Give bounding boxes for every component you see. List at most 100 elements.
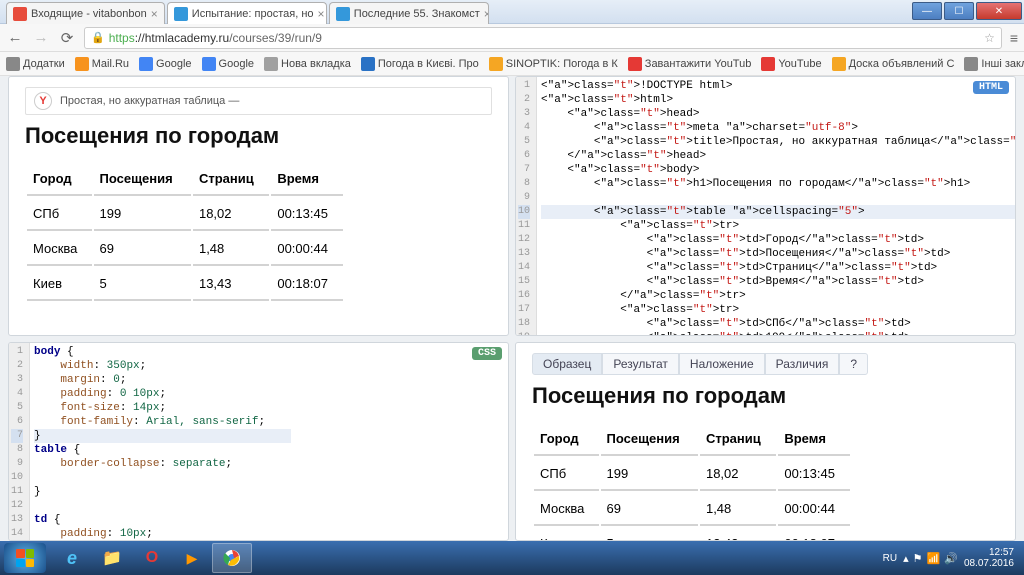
table-cell: Киев — [534, 528, 599, 541]
css-badge: CSS — [472, 347, 502, 360]
bookmark-item[interactable]: YouTube — [761, 57, 821, 71]
bookmark-item[interactable]: Доска объявлений С — [832, 57, 955, 71]
taskbar-clock[interactable]: 12:57 08.07.2016 — [964, 547, 1014, 569]
bookmark-star-icon[interactable]: ☆ — [984, 31, 995, 45]
window-maximize-button[interactable]: ☐ — [944, 2, 974, 20]
tray-flag-icon[interactable]: ⚑ — [913, 552, 923, 565]
table-cell: 1,48 — [193, 233, 269, 266]
result-heading: Посещения по городам — [532, 383, 999, 409]
result-tab[interactable]: Результат — [602, 353, 679, 375]
forward-button[interactable]: → — [32, 29, 50, 47]
table-cell: 13,43 — [193, 268, 269, 301]
tray-network-icon[interactable]: 📶 — [927, 552, 941, 565]
bookmark-label: Google — [219, 58, 254, 70]
yandex-search-bar[interactable]: Y Простая, но аккуратная таблица — — [25, 87, 492, 115]
tab-favicon-icon — [174, 7, 188, 21]
taskbar-ie-icon[interactable]: e — [52, 543, 92, 573]
table-cell: Киев — [27, 268, 92, 301]
table-cell: 199 — [94, 198, 191, 231]
table-cell: 00:00:44 — [271, 233, 343, 266]
html-badge: HTML — [973, 81, 1009, 94]
tab-close-icon[interactable]: × — [480, 7, 489, 21]
css-editor-pane[interactable]: 1234567891011121314151617 body { width: … — [8, 342, 509, 541]
back-button[interactable]: ← — [6, 29, 24, 47]
url-protocol: https — [109, 31, 135, 45]
bookmark-label: SINOPTIK: Погода в К — [506, 58, 618, 70]
taskbar-chrome-icon[interactable] — [212, 543, 252, 573]
table-cell: 199 — [601, 458, 698, 491]
browser-tab[interactable]: Входящие - vitabonbon× — [6, 2, 165, 24]
result-tab[interactable]: Различия — [765, 353, 840, 375]
window-close-button[interactable]: ✕ — [976, 2, 1022, 20]
windows-logo-icon — [16, 549, 34, 567]
bookmark-icon — [832, 57, 846, 71]
window-minimize-button[interactable]: — — [912, 2, 942, 20]
tray-up-icon[interactable]: ▴ — [903, 552, 909, 565]
tab-close-icon[interactable]: × — [147, 7, 158, 21]
browser-tab[interactable]: Последние 55. Знакомст× — [329, 2, 489, 24]
bookmark-item[interactable]: SINOPTIK: Погода в К — [489, 57, 618, 71]
bookmark-item[interactable]: Погода в Києві. Про — [361, 57, 479, 71]
css-code[interactable]: body { width: 350px; margin: 0; padding:… — [30, 343, 295, 540]
table-cell: 69 — [601, 493, 698, 526]
bookmark-item[interactable]: Інші закладки — [964, 57, 1024, 71]
windows-taskbar: e 📁 O ▶ RU ▴ ⚑ 📶 🔊 12:57 08.07.2016 — [0, 541, 1024, 575]
table-cell: 18,02 — [700, 458, 776, 491]
tray-icons[interactable]: ▴ ⚑ 📶 🔊 — [903, 552, 958, 565]
preview-pane: Y Простая, но аккуратная таблица — Посещ… — [8, 76, 509, 336]
bookmark-icon — [361, 57, 375, 71]
table-cell: Москва — [534, 493, 599, 526]
page-content: 1234567891011121314151617181920212223242… — [0, 76, 1024, 541]
table-header: Город — [534, 423, 599, 456]
tray-lang[interactable]: RU — [883, 553, 897, 564]
table-cell: 00:13:45 — [271, 198, 343, 231]
system-tray: RU ▴ ⚑ 📶 🔊 12:57 08.07.2016 — [883, 547, 1020, 569]
table-cell: СПб — [534, 458, 599, 491]
tab-title: Входящие - vitabonbon — [31, 8, 147, 20]
tab-title: Испытание: простая, но — [192, 8, 314, 20]
bookmark-label: Додатки — [23, 58, 65, 70]
result-tab[interactable]: ? — [839, 353, 868, 375]
bookmark-icon — [202, 57, 216, 71]
taskbar-media-icon[interactable]: ▶ — [172, 543, 212, 573]
bookmark-item[interactable]: Завантажити YouTub — [628, 57, 752, 71]
bookmark-label: Погода в Києві. Про — [378, 58, 479, 70]
bookmark-label: Mail.Ru — [92, 58, 129, 70]
preview-table: ГородПосещенияСтраницВремяСПб19918,0200:… — [25, 161, 345, 303]
address-bar[interactable]: 🔒 https://htmlacademy.ru/courses/39/run/… — [84, 27, 1002, 49]
table-cell: 69 — [94, 233, 191, 266]
bookmark-icon — [489, 57, 503, 71]
bookmark-item[interactable]: Google — [202, 57, 254, 71]
start-button[interactable] — [4, 543, 46, 573]
bookmark-icon — [964, 57, 978, 71]
taskbar-opera-icon[interactable]: O — [132, 543, 172, 573]
html-code[interactable]: <"a">class="t">!DOCTYPE html><"a">class=… — [537, 77, 1016, 335]
html-editor-pane[interactable]: 1234567891011121314151617181920212223242… — [515, 76, 1016, 336]
result-tab[interactable]: Образец — [532, 353, 602, 375]
url-host: ://htmlacademy.ru — [135, 31, 229, 45]
table-cell: 13,43 — [700, 528, 776, 541]
bookmark-item[interactable]: Додатки — [6, 57, 65, 71]
tab-title: Последние 55. Знакомст — [354, 8, 480, 20]
chrome-menu-button[interactable]: ≡ — [1010, 30, 1018, 46]
window-titlebar: Входящие - vitabonbon×Испытание: простая… — [0, 0, 1024, 24]
browser-nav-bar: ← → ⟳ 🔒 https://htmlacademy.ru/courses/3… — [0, 24, 1024, 52]
reload-button[interactable]: ⟳ — [58, 29, 76, 47]
browser-tab[interactable]: Испытание: простая, но× — [167, 2, 327, 24]
taskbar-explorer-icon[interactable]: 📁 — [92, 543, 132, 573]
table-header: Посещения — [601, 423, 698, 456]
bookmark-label: Доска объявлений С — [849, 58, 955, 70]
bookmark-item[interactable]: Google — [139, 57, 191, 71]
yandex-hint: Простая, но аккуратная таблица — — [60, 95, 239, 107]
result-tab[interactable]: Наложение — [679, 353, 765, 375]
bookmark-icon — [75, 57, 89, 71]
bookmark-icon — [264, 57, 278, 71]
bookmark-item[interactable]: Mail.Ru — [75, 57, 129, 71]
bookmark-label: Інші закладки — [981, 58, 1024, 70]
tray-sound-icon[interactable]: 🔊 — [944, 552, 958, 565]
table-header: Город — [27, 163, 92, 196]
bookmark-item[interactable]: Нова вкладка — [264, 57, 351, 71]
bookmark-label: Завантажити YouTub — [645, 58, 752, 70]
tab-close-icon[interactable]: × — [314, 7, 325, 21]
tab-favicon-icon — [13, 7, 27, 21]
